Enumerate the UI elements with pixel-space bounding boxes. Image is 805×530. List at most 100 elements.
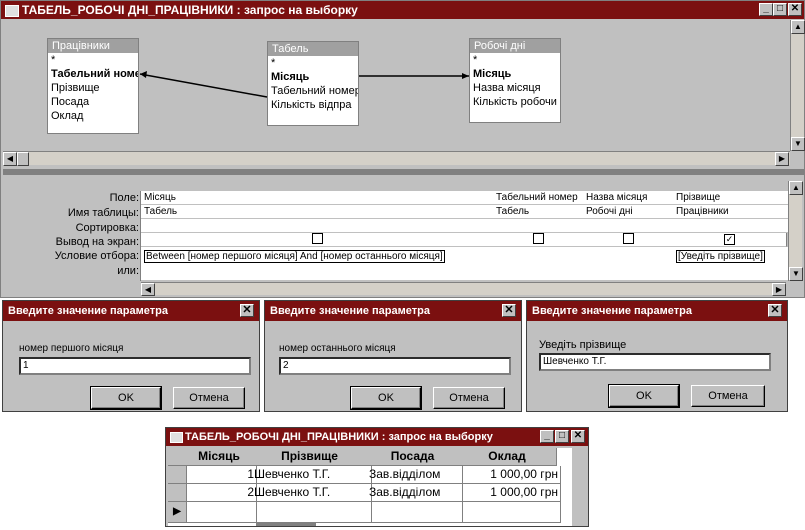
grid-label-or: или: [117, 265, 139, 277]
grid-hscrollbar[interactable]: ◀ ▶ [141, 282, 786, 296]
parameter-input[interactable]: 2 [279, 357, 511, 375]
ok-button[interactable]: OK [350, 386, 422, 410]
grid-cell-table[interactable]: Працівники [673, 205, 790, 219]
dialog-close-button[interactable]: ✕ [502, 304, 516, 317]
parameter-input[interactable]: 1 [19, 357, 251, 375]
dialog-close-button[interactable]: ✕ [768, 304, 782, 317]
grid-label-column: Поле: Имя таблицы: Сортировка: Вывод на … [3, 181, 139, 281]
cancel-button[interactable]: Отмена [433, 387, 505, 409]
scroll-thumb[interactable] [17, 152, 29, 166]
criteria-text: Between [номер першого місяця] And [номе… [144, 250, 445, 263]
row-selector-header [168, 448, 187, 466]
grid-cell-criteria[interactable]: [Уведіть прізвище] [673, 247, 790, 268]
grid-label-show: Вывод на экран: [55, 236, 139, 248]
grid-cell-or[interactable] [583, 267, 677, 281]
grid-cell-show[interactable] [141, 233, 494, 247]
new-row-cell[interactable] [367, 502, 463, 523]
grid-label-criteria: Условие отбора: [54, 250, 139, 262]
dialog-title[interactable]: Введите значение параметра [265, 301, 521, 321]
grid-cell-sort[interactable] [583, 219, 677, 233]
result-window-titlebar[interactable]: ТАБЕЛЬ_РОБОЧІ ДНІ_ПРАЦІВНИКИ : запрос на… [166, 428, 588, 446]
column-header-month[interactable]: Місяць [186, 448, 253, 466]
parameter-dialog-1: Введите значение параметра ✕ номер першо… [2, 300, 260, 412]
grid-cell-show[interactable] [493, 233, 584, 247]
new-row-cell[interactable] [252, 502, 372, 523]
grid-cell-table[interactable]: Робочі дні [583, 205, 677, 219]
scroll-right-button[interactable]: ▶ [772, 283, 786, 296]
grid-cell-table[interactable]: Табель [493, 205, 587, 219]
column-header-position[interactable]: Посада [367, 448, 459, 466]
grid-cell-sort[interactable] [141, 219, 497, 233]
table-pane-vscrollbar[interactable]: ▲ ▼ [790, 20, 805, 151]
show-checkbox[interactable] [532, 233, 544, 244]
ok-button[interactable]: OK [90, 386, 162, 410]
dialog-title[interactable]: Введите значение параметра [527, 301, 787, 321]
design-grid: Поле: Имя таблицы: Сортировка: Вывод на … [3, 181, 804, 297]
grid-cell-or[interactable] [673, 267, 790, 281]
scroll-down-button[interactable]: ▼ [789, 267, 803, 281]
record-navigation-bar[interactable] [256, 522, 316, 526]
new-row-selector[interactable]: ▶ [168, 502, 187, 523]
grid-cell-show[interactable]: ✓ [673, 233, 787, 247]
cell-salary[interactable]: 1 000,00 грн [458, 466, 561, 484]
ok-button[interactable]: OK [608, 384, 680, 408]
grid-cell-table[interactable]: Табель [141, 205, 497, 219]
parameter-input[interactable]: Шевченко Т.Г. [539, 353, 771, 371]
grid-cell-field[interactable]: Назва місяця [583, 191, 677, 205]
pane-splitter[interactable] [3, 169, 804, 175]
maximize-button[interactable]: □ [555, 430, 569, 443]
grid-cell-sort[interactable] [673, 219, 790, 233]
arrow-head [140, 71, 147, 78]
close-button[interactable]: ✕ [571, 430, 585, 443]
grid-vscrollbar[interactable]: ▲ ▼ [788, 181, 803, 281]
dialog-close-button[interactable]: ✕ [240, 304, 254, 317]
minimize-button[interactable]: _ [540, 430, 554, 443]
cell-surname[interactable]: Шевченко Т.Г. [252, 466, 372, 484]
result-table: Місяць Прізвище Посада Оклад 1 Шевченко … [168, 448, 572, 526]
cell-salary[interactable]: 1 000,00 грн [458, 484, 561, 502]
column-header-salary[interactable]: Оклад [458, 448, 557, 466]
query-window: ТАБЕЛЬ_РОБОЧІ ДНІ_ПРАЦІВНИКИ : запрос на… [0, 0, 805, 298]
grid-cell-sort[interactable] [493, 219, 587, 233]
grid-cell-field[interactable]: Прізвище [673, 191, 790, 205]
cancel-button[interactable]: Отмена [173, 387, 245, 409]
scroll-left-button[interactable]: ◀ [3, 152, 17, 166]
cell-month[interactable]: 2 [186, 484, 257, 502]
row-selector[interactable] [168, 484, 187, 502]
relationship-line-employees [139, 73, 268, 98]
grid-cell-or[interactable] [141, 267, 497, 281]
grid-cell-or[interactable] [493, 267, 587, 281]
scroll-up-button[interactable]: ▲ [789, 181, 803, 195]
grid-cell-criteria[interactable] [493, 247, 587, 268]
grid-cell-show[interactable] [583, 233, 674, 247]
scroll-right-button[interactable]: ▶ [775, 152, 789, 166]
scroll-up-button[interactable]: ▲ [791, 20, 805, 34]
dialog-prompt: Уведіть прізвище [539, 339, 627, 351]
row-selector[interactable] [168, 466, 187, 484]
cell-position[interactable]: Зав.відділом [367, 484, 463, 502]
grid-cell-field[interactable]: Місяць [141, 191, 497, 205]
parameter-dialog-2: Введите значение параметра ✕ номер остан… [264, 300, 522, 412]
dialog-title[interactable]: Введите значение параметра [3, 301, 259, 321]
column-header-surname[interactable]: Прізвище [252, 448, 368, 466]
grid-cell-field[interactable]: Табельний номер [493, 191, 587, 205]
show-checkbox[interactable] [311, 233, 323, 244]
grid-label-sort: Сортировка: [75, 222, 139, 234]
cell-month[interactable]: 1 [186, 466, 257, 484]
grid-cell-criteria[interactable] [583, 247, 677, 268]
scroll-left-button[interactable]: ◀ [141, 283, 155, 296]
scroll-down-button[interactable]: ▼ [791, 137, 805, 151]
relationship-lines [139, 71, 469, 98]
cancel-button[interactable]: Отмена [691, 385, 765, 407]
arrow-head [462, 73, 469, 79]
new-row-cell[interactable] [186, 502, 257, 523]
show-checkbox-checked[interactable]: ✓ [724, 234, 735, 245]
dialog-prompt: номер першого місяця [19, 343, 124, 354]
result-window: ТАБЕЛЬ_РОБОЧІ ДНІ_ПРАЦІВНИКИ : запрос на… [165, 427, 589, 527]
cell-position[interactable]: Зав.відділом [367, 466, 463, 484]
grid-cell-criteria[interactable]: Between [номер першого місяця] And [номе… [141, 247, 497, 268]
table-pane-hscrollbar[interactable]: ◀ ▶ [3, 151, 790, 166]
new-row-cell[interactable] [458, 502, 561, 523]
cell-surname[interactable]: Шевченко Т.Г. [252, 484, 372, 502]
show-checkbox[interactable] [622, 233, 634, 244]
